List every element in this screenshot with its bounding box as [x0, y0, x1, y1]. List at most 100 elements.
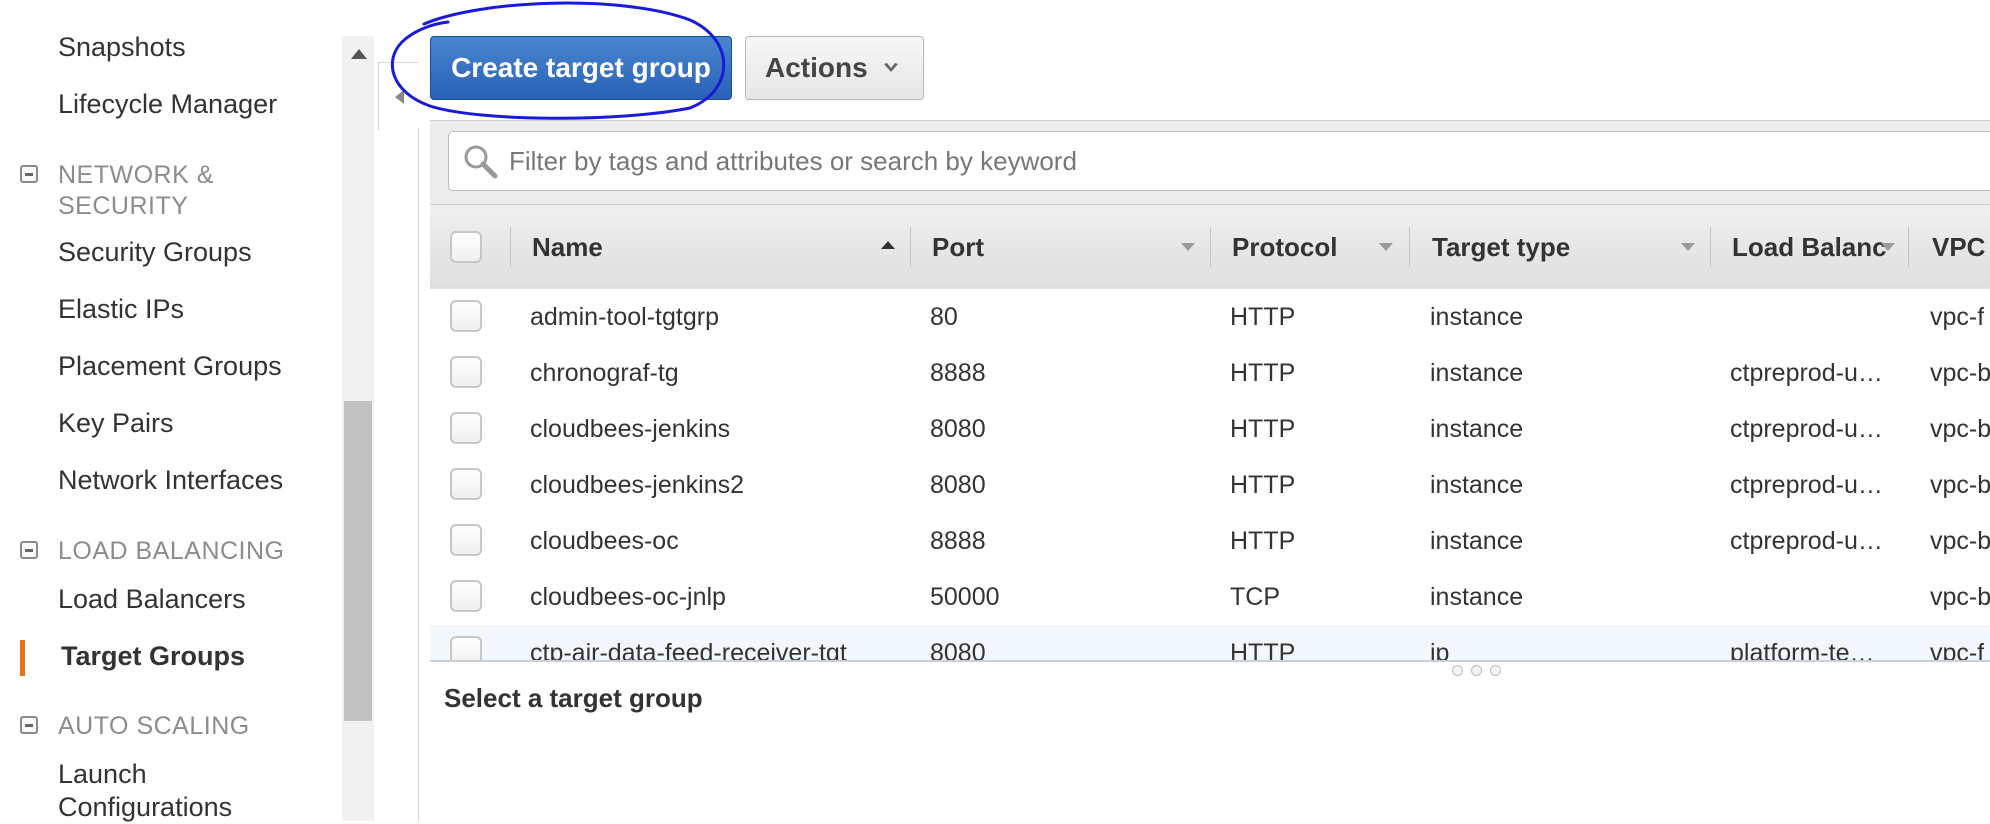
scroll-up-arrow-icon[interactable] — [351, 49, 367, 59]
column-header-name[interactable]: Name — [532, 205, 603, 289]
cell-load-balancer: ctpreprod-u… — [1730, 527, 1883, 555]
search-input[interactable] — [507, 144, 1911, 178]
row-checkbox[interactable] — [450, 468, 482, 500]
sidebar-item-snapshots[interactable]: Snapshots — [58, 32, 186, 63]
cell-name: cloudbees-oc — [530, 527, 679, 555]
collapse-icon[interactable] — [20, 541, 38, 559]
section-title: NETWORK & SECURITY — [58, 161, 214, 220]
column-separator — [1908, 227, 1909, 267]
grip-dot — [1471, 665, 1482, 676]
sidebar-item-key-pairs[interactable]: Key Pairs — [58, 408, 174, 439]
grip-dot — [1490, 665, 1501, 676]
sidebar-item-placement-groups[interactable]: Placement Groups — [58, 351, 282, 382]
cell-protocol: HTTP — [1230, 303, 1296, 331]
row-checkbox[interactable] — [450, 300, 482, 332]
sidebar: Snapshots Lifecycle Manager NETWORK & SE… — [0, 0, 340, 824]
sidebar-scrollbar[interactable] — [342, 36, 374, 821]
panel-resize-handle[interactable] — [430, 660, 1990, 676]
table-row[interactable]: cloudbees-jenkins2 8080 HTTP instance ctprep… — [430, 457, 1990, 514]
cell-name: cloudbees-oc-jnlp — [530, 583, 726, 611]
cell-port: 8888 — [930, 527, 986, 555]
cell-protocol: HTTP — [1230, 527, 1296, 555]
sidebar-item-elastic-ips[interactable]: Elastic IPs — [58, 294, 184, 325]
cell-port: 8080 — [930, 471, 986, 499]
detail-panel-title: Select a target group — [444, 683, 703, 713]
table-header: Name Port Protocol Target type Load Bala… — [430, 204, 1990, 290]
row-checkbox[interactable] — [450, 524, 482, 556]
cell-vpc: vpc-b — [1930, 359, 1990, 387]
cell-port: 50000 — [930, 583, 1000, 611]
search-icon — [464, 145, 498, 179]
cell-protocol: HTTP — [1230, 639, 1296, 664]
column-header-port[interactable]: Port — [932, 205, 984, 289]
cell-vpc: vpc-b — [1930, 527, 1990, 555]
row-checkbox[interactable] — [450, 580, 482, 612]
filter-bar — [430, 120, 1990, 205]
cell-load-balancer — [1730, 569, 1895, 625]
collapse-icon[interactable] — [20, 165, 38, 183]
column-separator — [910, 227, 911, 267]
row-checkbox[interactable] — [450, 356, 482, 388]
actions-dropdown-button[interactable]: Actions — [745, 36, 924, 100]
cell-protocol: HTTP — [1230, 471, 1296, 499]
cell-load-balancer — [1730, 289, 1895, 345]
sidebar-item-launch-configurations[interactable]: Launch Configurations — [58, 758, 278, 824]
cell-load-balancer: ctpreprod-u… — [1730, 471, 1883, 499]
create-target-group-button[interactable]: Create target group — [430, 36, 732, 100]
cell-name: cloudbees-jenkins — [530, 415, 731, 443]
cell-name: chronograf-tg — [530, 359, 679, 387]
cell-name: ctp-air-data-feed-receiver-tgt — [530, 639, 847, 664]
cell-vpc: vpc-f — [1930, 303, 1985, 331]
sidebar-item-network-interfaces[interactable]: Network Interfaces — [58, 465, 283, 496]
section-title: AUTO SCALING — [58, 712, 250, 740]
cell-port: 8080 — [930, 639, 986, 664]
cell-target-type: instance — [1430, 303, 1524, 331]
cell-port: 8080 — [930, 415, 986, 443]
cell-target-type: ip — [1430, 639, 1450, 664]
sort-ascending-icon[interactable] — [881, 241, 895, 249]
sidebar-item-target-groups[interactable]: Target Groups — [61, 641, 245, 672]
section-title: LOAD BALANCING — [58, 537, 285, 565]
sidebar-item-lifecycle-manager[interactable]: Lifecycle Manager — [58, 89, 277, 120]
table-row[interactable]: chronograf-tg 8888 HTTP instance ctpreprod-u… — [430, 345, 1990, 402]
column-header-vpc[interactable]: VPC — [1932, 205, 1985, 289]
table-row[interactable]: ctp-air-data-feed-receiver-tgt 8080 HTTP ip… — [430, 625, 1990, 664]
collapse-icon[interactable] — [20, 716, 38, 734]
cell-port: 8888 — [930, 359, 986, 387]
cell-load-balancer: ctpreprod-u… — [1730, 359, 1883, 387]
table-row[interactable]: admin-tool-tgtgrp 80 HTTP instance vpc-f — [430, 289, 1990, 346]
column-header-load-balancer[interactable]: Load Balanc — [1732, 205, 1892, 289]
column-header-target-type[interactable]: Target type — [1432, 205, 1570, 289]
table-row[interactable]: cloudbees-oc 8888 HTTP instance ctpreprod-u…… — [430, 513, 1990, 570]
cell-target-type: instance — [1430, 415, 1524, 443]
sort-icon[interactable] — [1181, 243, 1195, 251]
active-indicator — [20, 640, 25, 676]
cell-protocol: TCP — [1230, 583, 1280, 611]
search-box[interactable] — [448, 131, 1990, 191]
table-row[interactable]: cloudbees-jenkins 8080 HTTP instance ctprepr… — [430, 401, 1990, 458]
cell-name: admin-tool-tgtgrp — [530, 303, 719, 331]
select-all-checkbox[interactable] — [450, 231, 482, 263]
column-separator — [510, 227, 511, 267]
chevron-down-icon — [883, 63, 898, 72]
section-load-balancing: LOAD BALANCING — [20, 536, 318, 567]
cell-target-type: instance — [1430, 471, 1524, 499]
sidebar-item-load-balancers[interactable]: Load Balancers — [58, 584, 246, 615]
row-checkbox[interactable] — [450, 412, 482, 444]
cell-load-balancer: ctpreprod-u… — [1730, 415, 1883, 443]
column-header-protocol[interactable]: Protocol — [1232, 205, 1337, 289]
sort-icon[interactable] — [1379, 243, 1393, 251]
sidebar-item-security-groups[interactable]: Security Groups — [58, 237, 252, 268]
scrollbar-thumb[interactable] — [344, 401, 372, 721]
table-row[interactable]: cloudbees-oc-jnlp 50000 TCP instance vpc-b — [430, 569, 1990, 626]
cell-target-type: instance — [1430, 527, 1524, 555]
collapse-arrow-icon[interactable] — [395, 90, 404, 104]
sort-icon[interactable] — [1681, 243, 1695, 251]
grip-dot — [1452, 665, 1463, 676]
sort-icon[interactable] — [1881, 243, 1895, 251]
panel-divider — [418, 128, 419, 821]
actions-label: Actions — [765, 52, 868, 83]
section-auto-scaling: AUTO SCALING — [20, 711, 258, 742]
cell-port: 80 — [930, 303, 958, 331]
section-network-security: NETWORK & SECURITY — [20, 160, 258, 222]
